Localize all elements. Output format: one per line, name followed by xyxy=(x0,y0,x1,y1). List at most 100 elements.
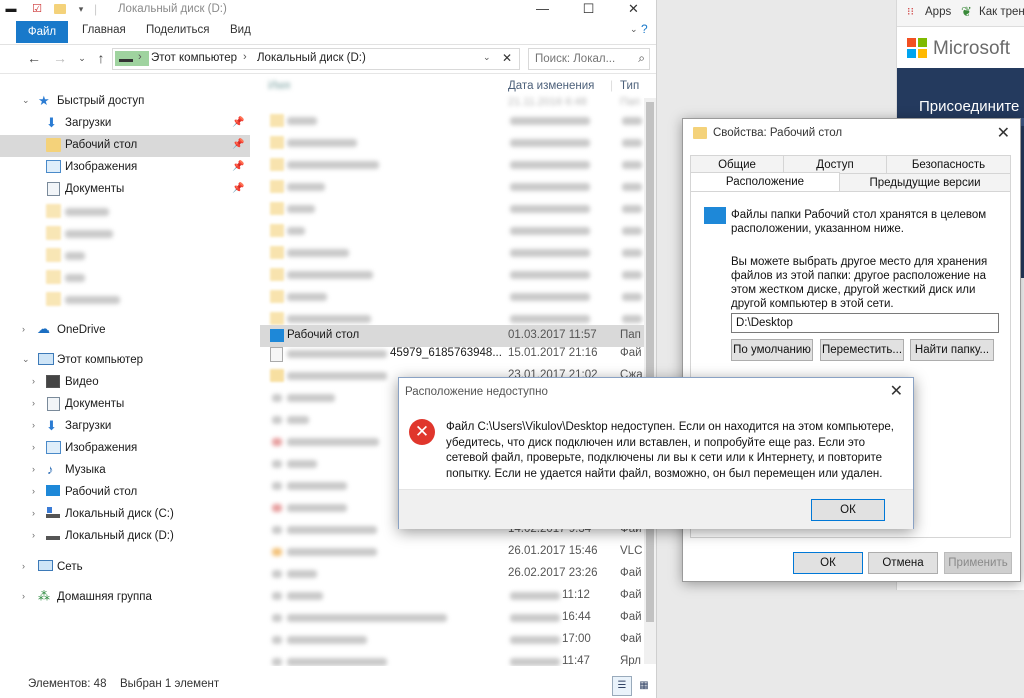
file-row-blurred[interactable] xyxy=(260,154,645,176)
nav-this-pc[interactable]: ⌄ Этот компьютер xyxy=(0,350,250,372)
file-row[interactable]: 26.01.2017 15:46 VLC xyxy=(260,541,645,563)
microsoft-brand[interactable]: Microsoft xyxy=(933,38,1010,60)
file-row-blurred[interactable] xyxy=(260,198,645,220)
expand-chevron-icon[interactable]: › xyxy=(22,591,25,601)
tab-security[interactable]: Безопасность xyxy=(886,155,1011,174)
breadcrumb-separator-icon[interactable]: › xyxy=(138,51,142,63)
bookmark-link[interactable]: Как трен xyxy=(979,6,1024,18)
nav-item-blurred[interactable] xyxy=(0,223,250,245)
restore-default-button[interactable]: По умолчанию xyxy=(731,339,813,361)
nav-item-downloads[interactable]: ⬇ Загрузки 📌 xyxy=(0,113,250,135)
column-type[interactable]: Тип xyxy=(620,80,639,92)
search-box[interactable]: ⌕ xyxy=(528,48,650,70)
pin-icon[interactable]: 📌 xyxy=(232,161,244,172)
nav-homegroup[interactable]: › ⁂ Домашняя группа xyxy=(0,587,250,609)
file-row[interactable]: 11:47 Ярл xyxy=(260,651,645,666)
nav-item-blurred[interactable] xyxy=(0,201,250,223)
maximize-icon[interactable]: ☐ xyxy=(566,0,611,20)
tab-home[interactable]: Главная xyxy=(82,24,126,36)
nav-item-pc-downloads[interactable]: › ⬇ Загрузки xyxy=(0,416,250,438)
expand-chevron-icon[interactable]: › xyxy=(32,464,35,474)
close-icon[interactable]: ✕ xyxy=(890,381,903,401)
help-icon[interactable]: ? xyxy=(641,22,648,36)
file-row[interactable]: 16:44 Фай xyxy=(260,607,645,629)
tab-previous-versions[interactable]: Предыдущие версии xyxy=(839,173,1011,192)
file-row[interactable]: 11:12 Фай xyxy=(260,585,645,607)
file-row-blurred[interactable] xyxy=(260,220,645,242)
nav-network[interactable]: › Сеть xyxy=(0,557,250,579)
tab-location[interactable]: Расположение xyxy=(690,172,840,193)
nav-item-pc-pictures[interactable]: › Изображения xyxy=(0,438,250,460)
recent-dropdown-icon[interactable]: ⌄ xyxy=(74,50,90,66)
column-name[interactable]: Имя xyxy=(268,80,290,92)
close-icon[interactable]: ✕ xyxy=(997,123,1010,143)
forward-arrow-icon[interactable]: → xyxy=(52,50,68,66)
nav-item-pictures[interactable]: Изображения 📌 xyxy=(0,157,250,179)
nav-item-desktop[interactable]: Рабочий стол 📌 xyxy=(0,135,250,157)
expand-chevron-icon[interactable]: › xyxy=(32,508,35,518)
file-row[interactable]: 45979_6185763948... 15.01.2017 21:16 Фай xyxy=(260,343,645,365)
expand-chevron-icon[interactable]: › xyxy=(32,442,35,452)
nav-item-drive-c[interactable]: › Локальный диск (C:) xyxy=(0,504,250,526)
expand-chevron-icon[interactable]: ⌄ xyxy=(22,354,30,365)
file-row[interactable]: 17:00 Фай xyxy=(260,629,645,651)
breadcrumb-this-pc[interactable]: Этот компьютер xyxy=(151,52,237,64)
file-row-blurred[interactable] xyxy=(260,176,645,198)
drive-icon[interactable]: ▬ xyxy=(4,2,18,16)
properties-checkbox-icon[interactable]: ☑ xyxy=(30,2,44,16)
search-icon[interactable]: ⌕ xyxy=(638,51,645,66)
nav-item-music[interactable]: › ♪ Музыка xyxy=(0,460,250,482)
ribbon-expand-icon[interactable]: ⌄ xyxy=(630,24,638,35)
up-arrow-icon[interactable]: ↑ xyxy=(93,50,109,66)
quick-access-dropdown-icon[interactable]: ▾ xyxy=(74,2,88,16)
column-date-modified[interactable]: Дата изменения xyxy=(508,80,594,92)
move-button[interactable]: Переместить... xyxy=(820,339,904,361)
expand-chevron-icon[interactable]: › xyxy=(32,486,35,496)
file-row-blurred[interactable] xyxy=(260,132,645,154)
address-dropdown-icon[interactable]: ⌄ xyxy=(483,52,491,63)
file-row-blurred[interactable] xyxy=(260,242,645,264)
search-input[interactable] xyxy=(533,49,633,69)
expand-chevron-icon[interactable]: › xyxy=(32,376,35,386)
nav-onedrive[interactable]: › ☁ OneDrive xyxy=(0,320,250,342)
details-view-icon[interactable]: ☰ xyxy=(612,676,632,696)
nav-item-pc-desktop[interactable]: › Рабочий стол xyxy=(0,482,250,504)
nav-quick-access[interactable]: ⌄ ★ Быстрый доступ xyxy=(0,91,250,113)
apps-grid-icon[interactable]: ⁝⁝ xyxy=(907,6,919,18)
expand-chevron-icon[interactable]: › xyxy=(32,420,35,430)
nav-item-blurred[interactable] xyxy=(0,245,250,267)
new-folder-icon[interactable] xyxy=(54,4,66,14)
apply-button[interactable]: Применить xyxy=(944,552,1012,574)
file-row-blurred[interactable] xyxy=(260,110,645,132)
scrollbar-thumb[interactable] xyxy=(646,102,654,622)
expand-chevron-icon[interactable]: › xyxy=(32,530,35,540)
tab-file[interactable]: Файл xyxy=(16,21,68,43)
cancel-button[interactable]: Отмена xyxy=(868,552,938,574)
nav-item-videos[interactable]: › Видео xyxy=(0,372,250,394)
nav-item-blurred[interactable] xyxy=(0,289,250,311)
expand-chevron-icon[interactable]: › xyxy=(32,398,35,408)
nav-item-drive-d[interactable]: › Локальный диск (D:) xyxy=(0,526,250,548)
minimize-icon[interactable]: — xyxy=(520,0,565,20)
tab-view[interactable]: Вид xyxy=(230,24,251,36)
clear-address-icon[interactable]: ✕ xyxy=(502,51,512,65)
nav-item-pc-documents[interactable]: › Документы xyxy=(0,394,250,416)
expand-chevron-icon[interactable]: › xyxy=(22,561,25,571)
find-folder-button[interactable]: Найти папку... xyxy=(910,339,994,361)
back-arrow-icon[interactable]: ← xyxy=(26,50,42,66)
expand-chevron-icon[interactable]: ⌄ xyxy=(22,95,30,106)
pin-icon[interactable]: 📌 xyxy=(232,183,244,194)
nav-item-blurred[interactable] xyxy=(0,267,250,289)
location-path-field[interactable] xyxy=(731,313,999,333)
nav-item-documents[interactable]: Документы 📌 xyxy=(0,179,250,201)
ok-button[interactable]: ОК xyxy=(811,499,885,521)
file-row[interactable]: 26.02.2017 23:26 Фай xyxy=(260,563,645,585)
file-row-blurred[interactable] xyxy=(260,264,645,286)
bookmark-apps[interactable]: Apps xyxy=(925,6,951,18)
breadcrumb-drive-d[interactable]: Локальный диск (D:) xyxy=(257,52,366,64)
ok-button[interactable]: ОК xyxy=(793,552,863,574)
close-icon[interactable]: ✕ xyxy=(611,0,656,20)
file-row-blurred[interactable] xyxy=(260,286,645,308)
tab-share[interactable]: Поделиться xyxy=(146,24,210,36)
address-bar[interactable]: › Этот компьютер › Локальный диск (D:) ⌄… xyxy=(112,48,520,70)
